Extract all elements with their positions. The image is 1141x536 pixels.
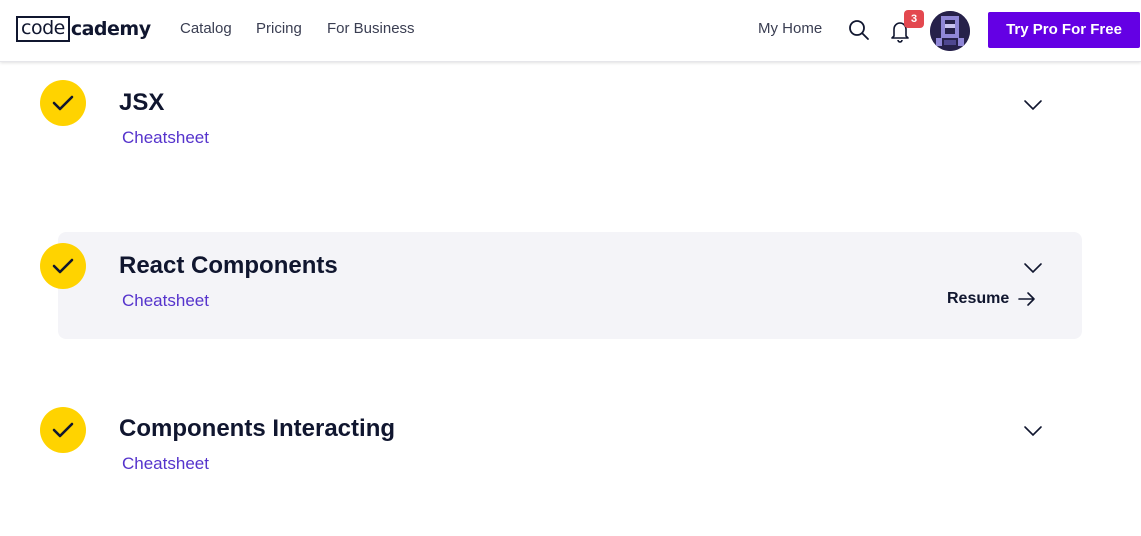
module-title: Components Interacting [119, 415, 396, 442]
module-jsx: JSX Cheatsheet [0, 70, 1141, 177]
top-nav: code cademy Catalog Pricing For Business … [0, 0, 1141, 62]
check-icon [40, 407, 86, 453]
cheatsheet-link[interactable]: Cheatsheet [122, 291, 209, 311]
avatar[interactable] [930, 11, 970, 51]
chevron-down-icon[interactable] [1022, 423, 1044, 437]
codecademy-logo[interactable]: code cademy [16, 15, 151, 43]
nav-catalog[interactable]: Catalog [180, 20, 232, 37]
check-icon [40, 243, 86, 289]
resume-link[interactable]: Resume [947, 290, 1037, 308]
nav-pricing[interactable]: Pricing [256, 20, 302, 37]
check-icon [40, 80, 86, 126]
logo-cademy-text: cademy [70, 18, 151, 40]
cheatsheet-link[interactable]: Cheatsheet [122, 454, 209, 474]
nav-my-home[interactable]: My Home [758, 20, 822, 37]
module-card [58, 232, 1082, 339]
chevron-down-icon[interactable] [1022, 260, 1044, 274]
module-title: React Components [119, 252, 338, 279]
cheatsheet-link[interactable]: Cheatsheet [122, 128, 209, 148]
search-icon[interactable] [847, 18, 871, 42]
nav-for-business[interactable]: For Business [327, 20, 415, 37]
chevron-down-icon[interactable] [1022, 97, 1044, 111]
notification-badge: 3 [904, 10, 924, 28]
resume-label: Resume [947, 290, 1010, 307]
module-react-components: React Components Cheatsheet Resume [0, 232, 1141, 339]
module-title: JSX [119, 89, 165, 116]
module-components-interacting: Components Interacting Cheatsheet [0, 396, 1141, 503]
arrow-right-icon [1018, 292, 1036, 306]
logo-code-box: code [16, 16, 70, 42]
try-pro-button[interactable]: Try Pro For Free [988, 12, 1140, 48]
